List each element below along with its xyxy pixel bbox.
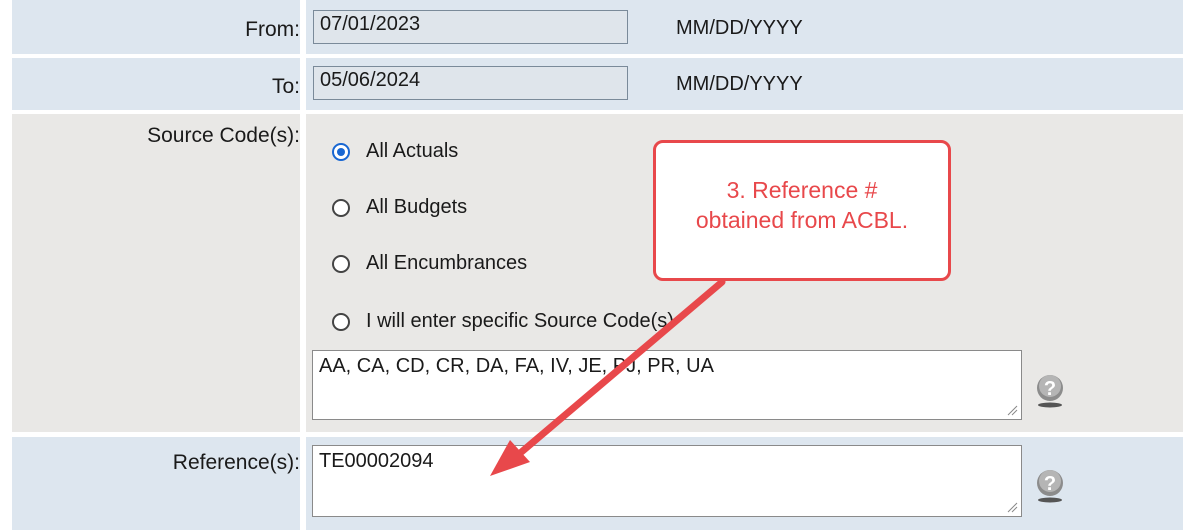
question-mark-icon[interactable]: ? [1036, 374, 1064, 408]
svg-text:?: ? [1044, 378, 1056, 400]
svg-text:?: ? [1044, 473, 1056, 495]
radio-all-encumbrances-label: All Encumbrances [366, 252, 528, 274]
radio-unchecked-icon[interactable] [332, 198, 350, 217]
radio-unchecked-icon[interactable] [332, 254, 350, 273]
references-text: TE00002094 [319, 450, 434, 472]
radio-all-actuals-label: All Actuals [366, 140, 459, 162]
annotation-callout: 3. Reference # obtained from ACBL. [653, 140, 951, 281]
source-codes-row: Source Code(s): All Actuals All Budgets … [0, 114, 1183, 432]
radio-checked-icon[interactable] [332, 142, 350, 161]
radio-specific-codes[interactable]: I will enter specific Source Code(s) [332, 310, 674, 333]
from-value-cell: 07/01/2023 MM/DD/YYYY [306, 0, 1183, 54]
source-codes-text: AA, CA, CD, CR, DA, FA, IV, JE, PJ, PR, … [319, 355, 714, 377]
from-format-hint: MM/DD/YYYY [676, 17, 803, 39]
to-date-input[interactable]: 05/06/2024 [313, 66, 628, 100]
references-row: Reference(s): TE00002094 ? [0, 437, 1183, 530]
from-label: From: [12, 0, 300, 54]
radio-unchecked-icon[interactable] [332, 312, 350, 331]
references-value-cell: TE00002094 ? [306, 437, 1183, 530]
question-mark-icon[interactable]: ? [1036, 469, 1064, 503]
callout-line-1: 3. Reference # [726, 177, 878, 203]
to-row: To: 05/06/2024 MM/DD/YYYY [0, 58, 1183, 110]
report-criteria-form: From: 07/01/2023 MM/DD/YYYY To: 05/06/20… [0, 0, 1183, 530]
to-value-cell: 05/06/2024 MM/DD/YYYY [306, 58, 1183, 110]
resize-grip-icon[interactable] [1006, 501, 1018, 513]
source-codes-textarea[interactable]: AA, CA, CD, CR, DA, FA, IV, JE, PJ, PR, … [312, 350, 1022, 420]
source-codes-label: Source Code(s): [12, 114, 300, 432]
references-label: Reference(s): [12, 437, 300, 530]
callout-line-2: obtained from ACBL. [695, 207, 909, 233]
to-format-hint: MM/DD/YYYY [676, 73, 803, 95]
radio-all-actuals[interactable]: All Actuals [332, 140, 458, 163]
from-row: From: 07/01/2023 MM/DD/YYYY [0, 0, 1183, 54]
to-label: To: [12, 58, 300, 110]
from-date-input[interactable]: 07/01/2023 [313, 10, 628, 44]
resize-grip-icon[interactable] [1006, 404, 1018, 416]
references-textarea[interactable]: TE00002094 [312, 445, 1022, 517]
radio-specific-codes-label: I will enter specific Source Code(s) [366, 310, 674, 332]
radio-all-encumbrances[interactable]: All Encumbrances [332, 252, 527, 275]
radio-all-budgets-label: All Budgets [366, 196, 468, 218]
radio-all-budgets[interactable]: All Budgets [332, 196, 467, 219]
